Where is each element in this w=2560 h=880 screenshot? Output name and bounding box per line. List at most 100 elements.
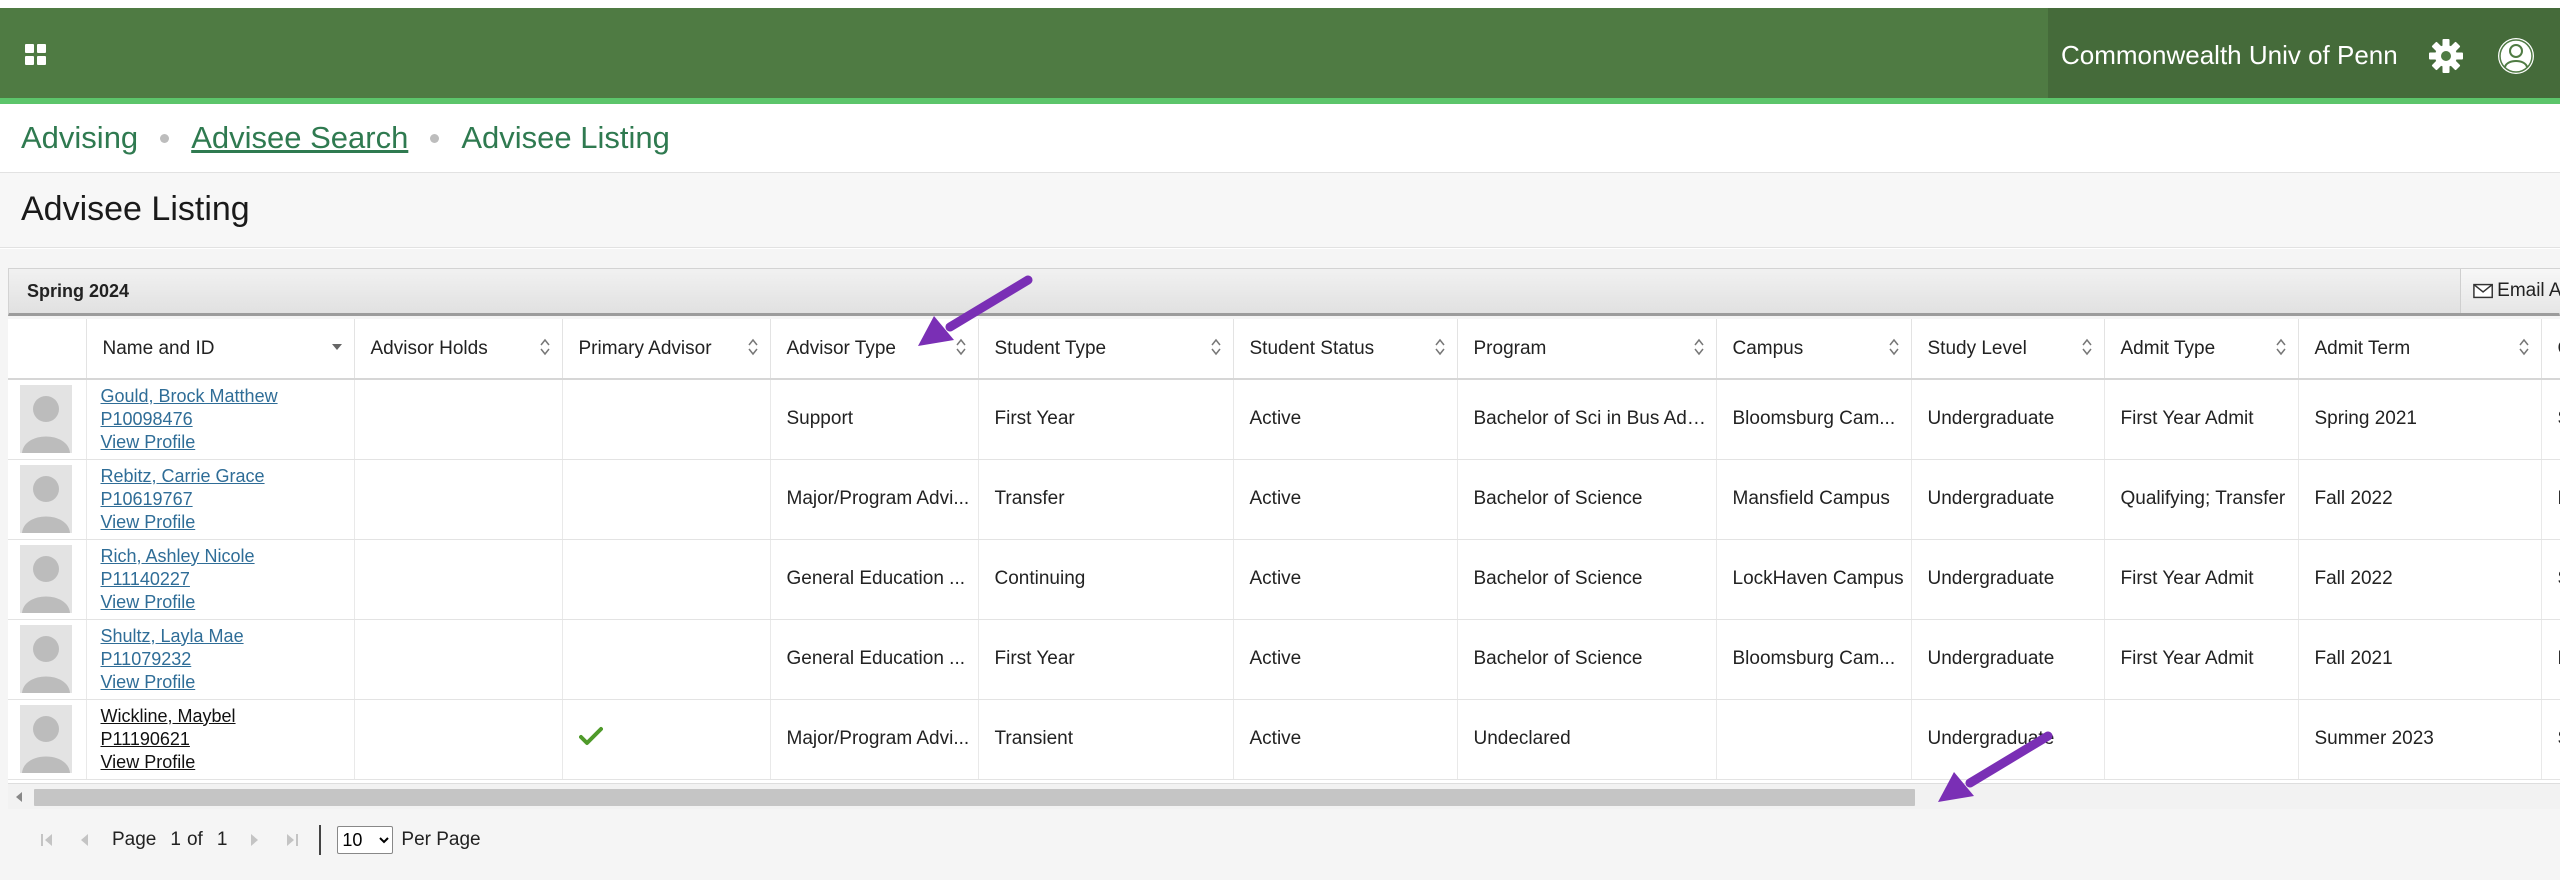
breadcrumb-advising[interactable]: Advising [21, 120, 138, 156]
student-type-cell: Transfer [978, 459, 1234, 540]
column-header-program[interactable]: Program [1457, 319, 1717, 380]
sort-descending-icon[interactable] [331, 338, 342, 356]
table-row[interactable]: Shultz, Layla Mae P11079232 View Profile Ge… [8, 619, 2560, 700]
breadcrumb-advisee-search[interactable]: Advisee Search [191, 120, 408, 156]
sort-icon[interactable] [1210, 338, 1221, 356]
next-page-icon[interactable] [243, 829, 265, 851]
avatar [20, 465, 72, 533]
student-id-link[interactable]: P10619767 [101, 488, 354, 511]
student-name-link[interactable]: Rebitz, Carrie Grace [101, 465, 354, 488]
name-id-cell: Shultz, Layla Mae P11079232 View Profile [86, 619, 355, 700]
admit-type-cell: First Year Admit [2104, 619, 2299, 700]
person-silhouette-icon [22, 396, 70, 454]
admit-term-cell: Spring 2021 [2298, 379, 2542, 460]
scrollbar-thumb[interactable] [34, 789, 1915, 806]
column-header-student-status[interactable]: Student Status [1233, 319, 1458, 380]
checkmark-icon [578, 727, 603, 745]
student-id-link[interactable]: P11140227 [101, 568, 354, 591]
column-header-name[interactable]: Name and ID [86, 319, 355, 380]
institution-selector[interactable]: Commonwealth Univ of Penn [2048, 8, 2560, 98]
current-page: 1 [170, 829, 181, 850]
column-header-advisor-holds[interactable]: Advisor Holds [354, 319, 563, 380]
column-header-primary-advisor[interactable]: Primary Advisor [562, 319, 771, 380]
breadcrumb-separator [160, 133, 170, 143]
column-header-c[interactable]: C [2541, 319, 2560, 380]
photo-cell [8, 459, 87, 540]
table-row[interactable]: Wickline, Maybel P11190621 View Profile Maj… [8, 699, 2560, 780]
last-page-icon[interactable] [281, 829, 303, 851]
student-name-link[interactable]: Wickline, Maybel [101, 705, 354, 728]
app-grid-icon[interactable] [25, 44, 46, 65]
student-name-link[interactable]: Shultz, Layla Mae [101, 625, 354, 648]
column-header-admit-type[interactable]: Admit Type [2104, 319, 2299, 380]
c-cell: S [2541, 699, 2560, 780]
table-row[interactable]: Rich, Ashley Nicole P11140227 View Profile… [8, 539, 2560, 620]
admit-term-cell: Summer 2023 [2298, 699, 2542, 780]
advisor-holds-cell [354, 619, 563, 700]
user-circle-icon[interactable] [2496, 36, 2536, 76]
advisor-type-cell: Support [770, 379, 979, 460]
person-silhouette-icon [22, 716, 70, 773]
primary-advisor-cell [562, 619, 771, 700]
sort-icon[interactable] [1693, 338, 1704, 356]
view-profile-link[interactable]: View Profile [101, 431, 354, 454]
campus-cell [1716, 699, 1912, 780]
sort-icon[interactable] [1888, 338, 1899, 356]
advisor-type-cell: Major/Program Advi... [770, 459, 979, 540]
view-profile-link[interactable]: View Profile [101, 751, 354, 774]
admit-type-cell: First Year Admit [2104, 539, 2299, 620]
previous-page-icon[interactable] [74, 829, 96, 851]
sort-icon[interactable] [747, 338, 758, 356]
page-title: Advisee Listing [21, 190, 250, 228]
scroll-left-arrow-icon[interactable] [16, 792, 22, 802]
student-status-cell: Active [1233, 459, 1458, 540]
student-name-link[interactable]: Rich, Ashley Nicole [101, 545, 354, 568]
student-status-cell: Active [1233, 539, 1458, 620]
per-page-label: Per Page [401, 829, 481, 850]
person-silhouette-icon [22, 476, 70, 533]
campus-cell: Mansfield Campus [1716, 459, 1912, 540]
first-page-icon[interactable] [36, 829, 58, 851]
table-row[interactable]: Gould, Brock Matthew P10098476 View Profil… [8, 379, 2560, 460]
program-cell: Bachelor of Science [1457, 459, 1717, 540]
program-cell: Bachelor of Science [1457, 539, 1717, 620]
column-header-campus[interactable]: Campus [1716, 319, 1912, 380]
name-id-cell: Rich, Ashley Nicole P11140227 View Profile [86, 539, 355, 620]
campus-cell: Bloomsburg Cam... [1716, 619, 1912, 700]
sort-icon[interactable] [2081, 338, 2092, 356]
advisor-type-cell: General Education ... [770, 539, 979, 620]
top-navigation-bar: Commonwealth Univ of Penn [0, 0, 2560, 104]
name-id-cell: Rebitz, Carrie Grace P10619767 View Profil… [86, 459, 355, 540]
column-header-admit-term[interactable]: Admit Term [2298, 319, 2542, 380]
student-name-link[interactable]: Gould, Brock Matthew [101, 385, 354, 408]
advisor-holds-cell [354, 539, 563, 620]
student-id-link[interactable]: P11190621 [101, 728, 354, 751]
name-id-cell: Gould, Brock Matthew P10098476 View Profil… [86, 379, 355, 460]
email-all-button[interactable]: Email All [2460, 269, 2560, 313]
per-page-select[interactable]: 10 [337, 826, 394, 854]
envelope-icon [2473, 283, 2493, 299]
photo-cell [8, 619, 87, 700]
sort-icon[interactable] [2275, 338, 2286, 356]
student-id-link[interactable]: P10098476 [101, 408, 354, 431]
horizontal-scrollbar[interactable] [8, 783, 2560, 809]
photo-cell [8, 379, 87, 460]
person-silhouette-icon [22, 636, 70, 693]
view-profile-link[interactable]: View Profile [101, 591, 354, 614]
student-type-cell: First Year [978, 379, 1234, 460]
student-id-link[interactable]: P11079232 [101, 648, 354, 671]
breadcrumb: Advising Advisee Search Advisee Listing [21, 118, 670, 158]
view-profile-link[interactable]: View Profile [101, 511, 354, 534]
primary-advisor-cell [562, 539, 771, 620]
sort-icon[interactable] [1434, 338, 1445, 356]
table-row[interactable]: Rebitz, Carrie Grace P10619767 View Profil… [8, 459, 2560, 540]
advisee-table-body: Gould, Brock Matthew P10098476 View Profil… [8, 379, 2560, 780]
avatar [20, 705, 72, 773]
view-profile-link[interactable]: View Profile [101, 671, 354, 694]
sort-icon[interactable] [539, 338, 550, 356]
avatar [20, 545, 72, 613]
gear-icon[interactable] [2428, 38, 2464, 74]
institution-name[interactable]: Commonwealth Univ of Penn [2061, 40, 2398, 71]
sort-icon[interactable] [2518, 338, 2529, 356]
column-header-study-level[interactable]: Study Level [1911, 319, 2105, 380]
